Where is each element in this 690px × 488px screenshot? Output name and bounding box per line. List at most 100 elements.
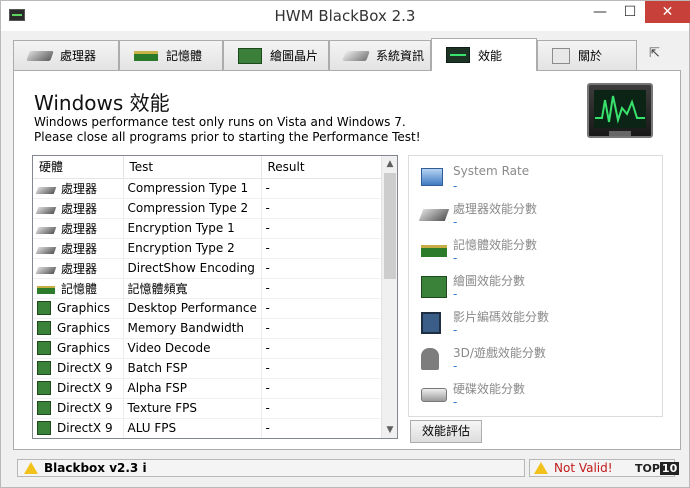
tab-cpu[interactable]: 處理器 — [13, 40, 119, 70]
memory-icon — [134, 50, 158, 61]
table-row[interactable]: 處理器 Compression Type 1- — [33, 178, 382, 199]
warning-icon — [534, 462, 548, 474]
cpu-icon — [26, 50, 54, 61]
vertical-scrollbar[interactable]: ▲ ▼ — [381, 156, 397, 438]
cell-result: - — [261, 258, 382, 279]
rate-value: - — [453, 323, 458, 337]
table-row[interactable]: 處理器 Encryption Type 2- — [33, 238, 382, 259]
rate-system: System Rate - — [421, 162, 651, 198]
graphics-card-icon — [37, 301, 51, 315]
column-header-hardware[interactable]: 硬體 — [33, 156, 124, 179]
run-performance-test-button[interactable]: 效能評估 — [410, 420, 482, 443]
cell-hardware: 記憶體 — [33, 278, 124, 299]
hardware-label: 處理器 — [61, 201, 98, 216]
cell-result: - — [261, 218, 382, 239]
status-bar: Blackbox v2.3 i Not Valid! TOP 10 — [1, 456, 689, 487]
table-row[interactable]: Graphics Memory Bandwidth - — [33, 318, 382, 339]
cell-hardware: 處理器 — [33, 178, 124, 199]
cell-test: Compression Type 1 — [123, 178, 262, 199]
video-icon — [421, 312, 441, 334]
tab-strip: 處理器 記憶體 繪圖晶片 系統資訊 效能 關於 ⇱ — [13, 38, 681, 71]
tab-memory[interactable]: 記憶體 — [119, 40, 223, 70]
table-row[interactable]: 處理器 Compression Type 2- — [33, 198, 382, 219]
rate-value: - — [453, 395, 458, 409]
hardware-label: 處理器 — [61, 261, 98, 276]
version-text: Blackbox v2.3 i — [44, 461, 147, 475]
column-header-result[interactable]: Result — [261, 156, 382, 179]
system-info-icon — [342, 50, 370, 61]
hardware-label: 處理器 — [61, 181, 98, 196]
graphics-card-icon — [37, 401, 51, 415]
rate-disk: 硬碟效能分數 - — [421, 378, 651, 414]
table-row[interactable]: DirectX 9 Alpha FSP - — [33, 378, 382, 399]
table-row[interactable]: Graphics Video Decode - — [33, 338, 382, 359]
tab-label: 處理器 — [60, 49, 97, 63]
cell-hardware: DirectX 9 — [33, 358, 124, 379]
validity-text: Not Valid! — [554, 461, 613, 475]
table-row[interactable]: Graphics Desktop Performance - — [33, 298, 382, 319]
column-header-test[interactable]: Test — [123, 156, 262, 179]
cell-result: - — [261, 358, 382, 379]
tab-label: 效能 — [478, 48, 503, 63]
cell-test: Compression Type 2 — [123, 198, 262, 219]
hardware-label: Graphics — [57, 321, 110, 335]
cpu-icon — [35, 246, 57, 254]
maximize-button[interactable]: ☐ — [615, 1, 645, 23]
tab-performance[interactable]: 效能 — [431, 38, 537, 71]
graphics-card-icon — [37, 381, 51, 395]
graphics-card-icon — [37, 421, 51, 435]
rate-memory: 記憶體效能分數 - — [421, 234, 651, 270]
cell-hardware: DirectX 9 — [33, 378, 124, 399]
minimize-button[interactable]: — — [585, 1, 615, 23]
scroll-down-arrow-icon[interactable]: ▼ — [382, 422, 397, 438]
export-icon[interactable]: ⇱ — [649, 46, 667, 61]
close-button[interactable]: ✕ — [645, 1, 690, 23]
table-row[interactable]: DirectX 9 Texture FPS - — [33, 398, 382, 419]
tab-label: 系統資訊 — [376, 49, 425, 63]
cell-hardware: Graphics — [33, 318, 124, 339]
scroll-up-arrow-icon[interactable]: ▲ — [382, 156, 397, 172]
cpu-icon — [35, 226, 57, 234]
cell-test: ALU FPS — [123, 418, 262, 438]
graphics-card-icon — [37, 321, 51, 335]
hardware-label: DirectX 9 — [57, 361, 113, 375]
cell-test: Desktop Performance — [123, 298, 262, 319]
table-row[interactable]: DirectX 9 ALU FPS - — [33, 418, 382, 438]
description-line-1: Windows performance test only runs on Vi… — [34, 115, 406, 129]
performance-monitor-icon — [446, 47, 470, 63]
app-window: HWM BlackBox 2.3 — ☐ ✕ 處理器 記憶體 繪圖晶片 系統資訊… — [0, 0, 690, 488]
cell-test: Batch FSP — [123, 358, 262, 379]
game-icon — [421, 348, 439, 370]
table-row[interactable]: DirectX 9 Batch FSP - — [33, 358, 382, 379]
rate-value: - — [453, 179, 458, 193]
graphics-card-icon — [238, 47, 262, 64]
cell-result: - — [261, 318, 382, 339]
cell-hardware: 處理器 — [33, 218, 124, 239]
tab-system-info[interactable]: 系統資訊 — [329, 40, 431, 70]
test-list[interactable]: 硬體 Test Result 處理器 Compression Type 1- 處理器… — [32, 155, 398, 439]
cell-result: - — [261, 338, 382, 359]
hardware-label: 記憶體 — [61, 281, 98, 296]
rate-value: - — [453, 215, 458, 229]
scroll-thumb[interactable] — [384, 173, 396, 279]
rate-label: 3D/遊戲效能分數 — [453, 346, 546, 360]
table-row[interactable]: 處理器 DirectShow Encoding - — [33, 258, 382, 279]
hardware-label: 處理器 — [61, 221, 98, 236]
graphics-card-icon — [421, 276, 447, 298]
memory-icon — [37, 285, 55, 294]
tab-about[interactable]: 關於 — [537, 40, 637, 70]
table-row[interactable]: 處理器 Encryption Type 1- — [33, 218, 382, 239]
performance-panel: Windows 效能 Windows performance test only… — [13, 70, 681, 450]
cell-test: Encryption Type 2 — [123, 238, 262, 259]
performance-monitor-icon — [587, 83, 653, 138]
top10-logo: TOP 10 — [635, 462, 680, 475]
rate-label: System Rate — [453, 164, 530, 178]
table-row[interactable]: 記憶體 記憶體頻寬 - — [33, 278, 382, 299]
memory-icon — [421, 245, 447, 257]
tab-label: 關於 — [578, 49, 603, 63]
tab-graphics[interactable]: 繪圖晶片 — [223, 40, 329, 70]
rate-value: - — [453, 287, 458, 301]
tab-label: 記憶體 — [166, 49, 203, 63]
cell-result: - — [261, 378, 382, 399]
description-line-2: Please close all programs prior to start… — [34, 130, 421, 144]
